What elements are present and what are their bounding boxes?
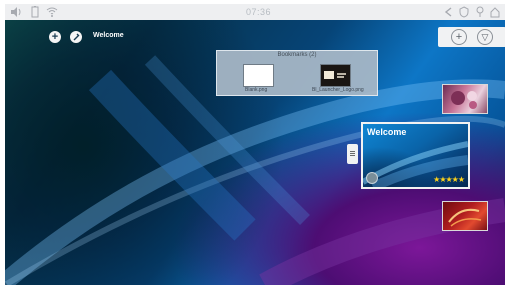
bookmark-caption: Blank.png <box>245 87 268 93</box>
side-drawer-handle[interactable] <box>347 144 358 164</box>
bookmark-caption: Bl_Launcher_Logo.png <box>312 87 364 93</box>
welcome-screen-card[interactable]: Welcome ★★★★★ <box>361 122 470 189</box>
bookmarks-title: Bookmarks (2) <box>277 52 317 58</box>
home-wallpaper: + Welcome Bookmarks (2) Blank.png Bl_Lau… <box>5 20 505 285</box>
status-clock: 07:36 <box>246 7 272 17</box>
screen-actions-bar: + ▽ <box>438 27 505 47</box>
home-icon[interactable] <box>489 6 501 18</box>
card-title: Welcome <box>367 127 407 137</box>
filter-button[interactable]: ▽ <box>477 29 493 45</box>
globe-icon <box>366 172 378 184</box>
volume-icon <box>10 6 22 18</box>
red-thumbnail-image <box>448 208 482 227</box>
current-screen-label: Welcome <box>93 32 124 39</box>
app-screen: 07:36 + Welcome Bookmarks (2) Blank.png … <box>0 0 510 291</box>
bookmark-thumbnail[interactable] <box>320 64 351 87</box>
location-icon <box>475 6 485 18</box>
wrench-settings-button[interactable] <box>70 31 82 43</box>
battery-icon <box>30 6 40 18</box>
wrench-icon <box>73 33 80 41</box>
back-icon[interactable] <box>443 6 455 18</box>
shield-icon <box>458 6 470 18</box>
flower-thumbnail-image <box>451 91 477 109</box>
add-button[interactable]: + <box>451 29 467 45</box>
screen-thumbnail[interactable] <box>442 84 488 114</box>
bookmarks-widget[interactable]: Bookmarks (2) Blank.png Bl_Launcher_Logo… <box>216 50 378 96</box>
launcher-logo-image <box>324 71 346 79</box>
status-bar: 07:36 <box>5 4 505 20</box>
screen-thumbnail[interactable] <box>442 201 488 231</box>
wifi-icon <box>46 6 58 18</box>
rating-stars: ★★★★★ <box>433 175 465 184</box>
bookmark-thumbnail[interactable] <box>243 64 274 87</box>
add-widget-button[interactable]: + <box>49 31 61 43</box>
